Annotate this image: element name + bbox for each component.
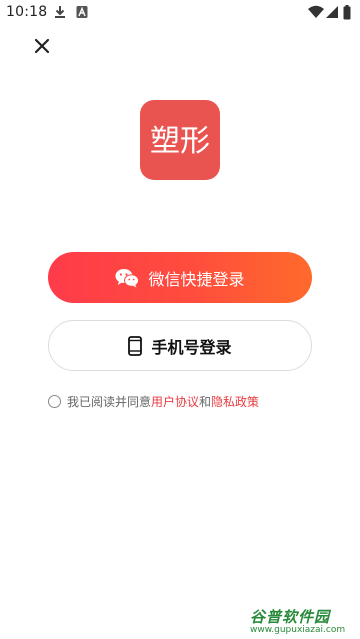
privacy-policy-link[interactable]: 隐私政策: [211, 393, 259, 410]
watermark-title: 谷普软件园: [250, 608, 331, 626]
battery-icon: [343, 5, 351, 20]
signal-icon: [326, 6, 338, 18]
logo-glyph: 塑形: [150, 124, 210, 159]
agreement-checkbox[interactable]: [48, 394, 61, 408]
status-bar: 10:18: [0, 0, 360, 26]
phone-login-button[interactable]: 手机号登录: [48, 320, 312, 371]
agreement-row: 我已阅读并同意 用户协议 和 隐私政策: [48, 393, 259, 409]
watermark-url: www.gupuxiazai.com: [250, 625, 346, 635]
logo-text: 塑形: [150, 124, 210, 159]
app-logo: 塑形: [140, 100, 220, 180]
wechat-login-button[interactable]: 微信快捷登录: [48, 252, 312, 303]
notification-icon: [76, 6, 88, 18]
download-icon: [55, 6, 65, 18]
close-icon: [34, 38, 50, 54]
phone-login-label: 手机号登录: [151, 337, 232, 357]
close-button[interactable]: [30, 34, 54, 58]
wechat-login-label: 微信快捷登录: [148, 269, 245, 289]
status-time: 10:18: [6, 4, 48, 20]
agreement-conjunction: 和: [199, 394, 212, 409]
phone-icon: [128, 335, 143, 356]
agreement-prefix: 我已阅读并同意: [67, 394, 152, 409]
wechat-icon: [115, 268, 140, 287]
wifi-icon: [308, 5, 324, 18]
user-agreement-link[interactable]: 用户协议: [151, 393, 199, 410]
watermark: 谷普软件园 www.gupuxiazai.com: [248, 606, 360, 639]
